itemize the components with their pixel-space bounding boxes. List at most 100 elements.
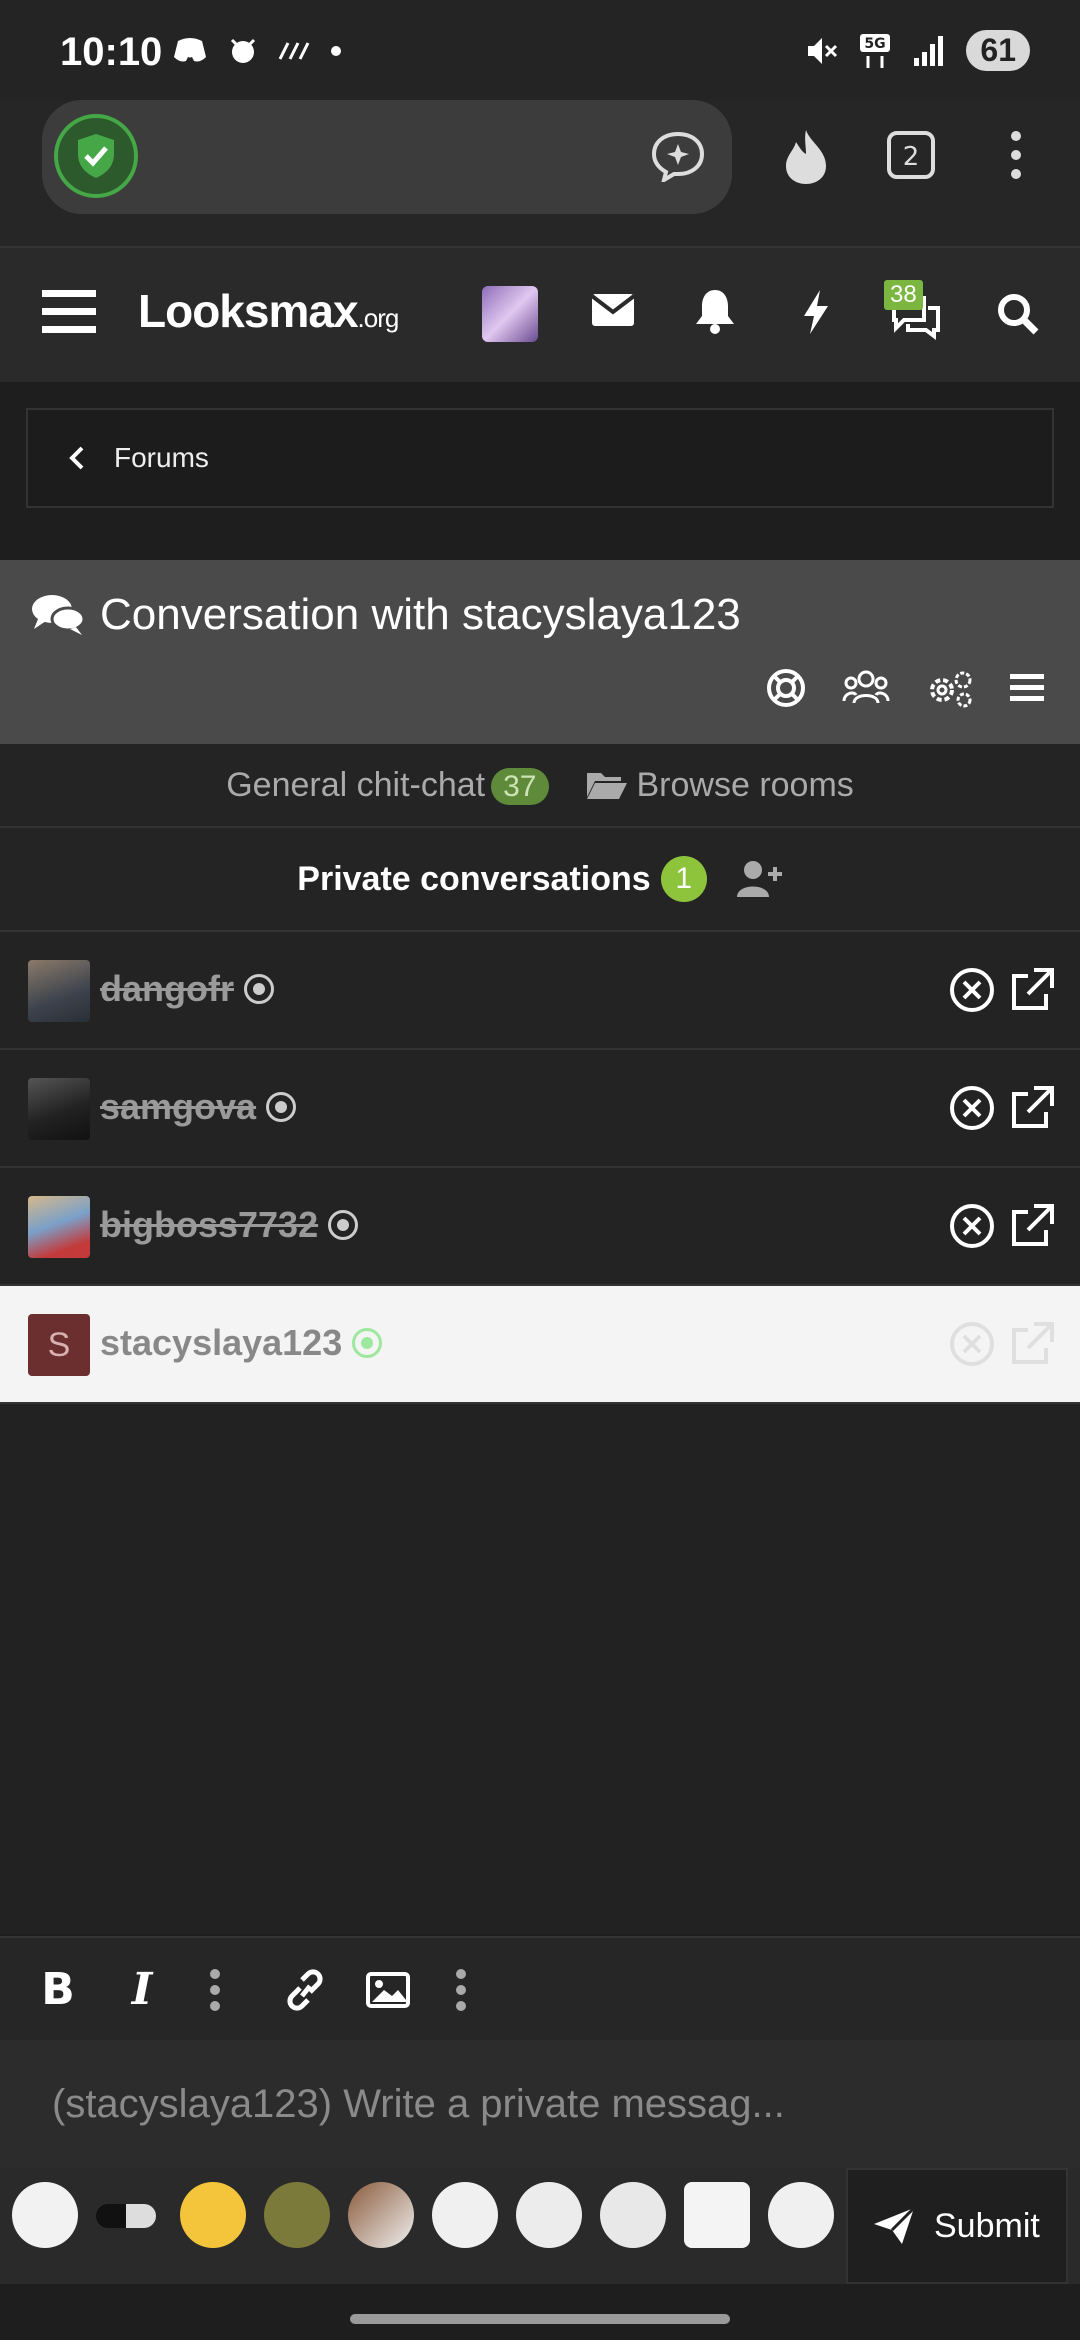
logo-suffix: .org	[357, 303, 400, 333]
discord-icon	[174, 38, 206, 62]
conversation-username: bigboss7732	[100, 1204, 319, 1245]
pill-smilie-icon[interactable]	[96, 2204, 156, 2228]
conversation-name: dangofr	[100, 968, 274, 1010]
conversation-username: dangofr	[100, 968, 234, 1009]
more-vert-icon[interactable]	[1008, 130, 1024, 185]
wojak-smilie-icon[interactable]	[12, 2182, 78, 2248]
bell-icon[interactable]	[694, 288, 736, 339]
conversation-username: samgova	[100, 1086, 257, 1127]
italic-icon[interactable]: I	[124, 1964, 160, 2015]
sad-wojak-smilie-icon[interactable]	[432, 2182, 498, 2248]
browse-rooms-link[interactable]: Browse rooms	[585, 766, 854, 805]
breadcrumb[interactable]: Forums	[26, 408, 1054, 508]
status-dot-icon	[243, 974, 274, 1004]
general-chat-label: General chit-chat	[226, 765, 486, 804]
status-bar: 10:10 5G 61	[0, 0, 1080, 100]
cope-smilie-icon[interactable]	[348, 2182, 414, 2248]
private-conversations-count: 1	[660, 856, 707, 902]
close-circle-icon[interactable]	[948, 966, 996, 1014]
mute-icon	[808, 37, 838, 64]
avatar	[28, 1196, 90, 1258]
battery-icon: 61	[966, 30, 1030, 71]
chevron-left-icon	[69, 446, 84, 470]
chat-badge: 38	[884, 280, 923, 310]
paper-plane-icon	[874, 2206, 916, 2244]
conversation-name: stacyslaya123	[100, 1322, 383, 1364]
svg-text:I: I	[130, 1966, 154, 2010]
conversation-row[interactable]: dangofr	[0, 932, 1080, 1050]
submit-button[interactable]: Submit	[846, 2168, 1068, 2284]
menu-icon[interactable]	[42, 288, 96, 341]
messages-area	[0, 1404, 1080, 1934]
close-circle-icon[interactable]	[948, 1202, 996, 1250]
user-avatar[interactable]	[482, 286, 538, 342]
search-icon[interactable]	[996, 292, 1040, 341]
tabs-icon[interactable]: 2	[886, 130, 936, 185]
conversation-row[interactable]: bigboss7732	[0, 1168, 1080, 1286]
close-circle-icon[interactable]	[948, 1320, 996, 1368]
external-link-icon[interactable]	[1008, 1084, 1056, 1132]
crying-wojak-smilie-icon[interactable]	[516, 2182, 582, 2248]
5g-icon: 5G	[860, 33, 891, 68]
shrek-smilie-icon[interactable]	[264, 2182, 330, 2248]
more-vert-icon[interactable]	[454, 1968, 468, 2017]
link-icon[interactable]	[282, 1968, 328, 2017]
conversation-name: bigboss7732	[100, 1204, 359, 1246]
glasses-wojak-smilie-icon[interactable]	[600, 2182, 666, 2248]
submit-label: Submit	[934, 2206, 1040, 2245]
conversation-actions	[948, 1320, 1056, 1368]
conversation-name: samgova	[100, 1086, 297, 1128]
menu-bars-icon[interactable]	[1010, 673, 1044, 703]
status-time: 10:10	[60, 30, 163, 74]
croc-smilie-icon[interactable]	[684, 2182, 750, 2248]
external-link-icon[interactable]	[1008, 1320, 1056, 1368]
flame-icon[interactable]	[780, 128, 832, 191]
conversation-list: dangofr samgova bigboss7732 S stacyslaya…	[0, 932, 1080, 1404]
general-chat-link[interactable]: General chit-chat 37	[226, 765, 549, 805]
avatar	[28, 1078, 90, 1140]
address-bar[interactable]	[42, 100, 732, 214]
envelope-icon[interactable]	[590, 290, 636, 335]
avatar: S	[28, 1314, 90, 1376]
ai-sparkle-icon[interactable]	[650, 130, 706, 187]
dot-icon	[331, 46, 341, 56]
external-link-icon[interactable]	[1008, 1202, 1056, 1250]
home-indicator[interactable]	[350, 2314, 730, 2324]
lifebuoy-icon[interactable]	[766, 668, 806, 708]
private-conversations-label: Private conversations	[297, 859, 651, 898]
image-icon[interactable]	[366, 1972, 410, 2013]
conversation-actions	[948, 1202, 1056, 1250]
users-icon[interactable]	[842, 669, 890, 707]
browser-toolbar: 2	[0, 100, 1080, 248]
editor-toolbar: B I	[0, 1936, 1080, 2040]
online-dot-icon	[352, 1328, 383, 1358]
message-input[interactable]	[0, 2040, 1080, 2168]
svg-text:5G: 5G	[865, 36, 886, 52]
bolt-icon[interactable]	[800, 288, 830, 341]
svg-text:B: B	[41, 1966, 75, 2010]
conversation-title: Conversation with stacyslaya123	[100, 590, 741, 639]
grin-smilie-icon[interactable]	[180, 2182, 246, 2248]
svg-text:2: 2	[903, 142, 920, 172]
more-vert-icon[interactable]	[208, 1968, 222, 2017]
conversation-tools	[766, 668, 1044, 708]
gears-icon[interactable]	[926, 668, 974, 708]
site-logo[interactable]: Looksmax.org	[138, 284, 400, 338]
pink-wojak-smilie-icon[interactable]	[768, 2182, 834, 2248]
logo-text: Looksmax	[138, 285, 359, 337]
conversation-actions	[948, 966, 1056, 1014]
conversation-header: Conversation with stacyslaya123	[0, 560, 1080, 744]
conversation-username: stacyslaya123	[100, 1322, 343, 1363]
conversation-row-active[interactable]: S stacyslaya123	[0, 1286, 1080, 1404]
room-nav: General chit-chat 37 Browse rooms	[0, 744, 1080, 828]
browse-rooms-label: Browse rooms	[636, 765, 854, 804]
external-link-icon[interactable]	[1008, 966, 1056, 1014]
site-header: Looksmax.org 38	[0, 248, 1080, 382]
close-circle-icon[interactable]	[948, 1084, 996, 1132]
shield-check-icon[interactable]	[54, 114, 138, 198]
private-conversations-row: Private conversations 1	[0, 828, 1080, 932]
bold-icon[interactable]: B	[40, 1964, 76, 2015]
system-icons: 5G 61	[804, 30, 1030, 71]
conversation-row[interactable]: samgova	[0, 1050, 1080, 1168]
user-plus-icon[interactable]	[735, 859, 783, 899]
